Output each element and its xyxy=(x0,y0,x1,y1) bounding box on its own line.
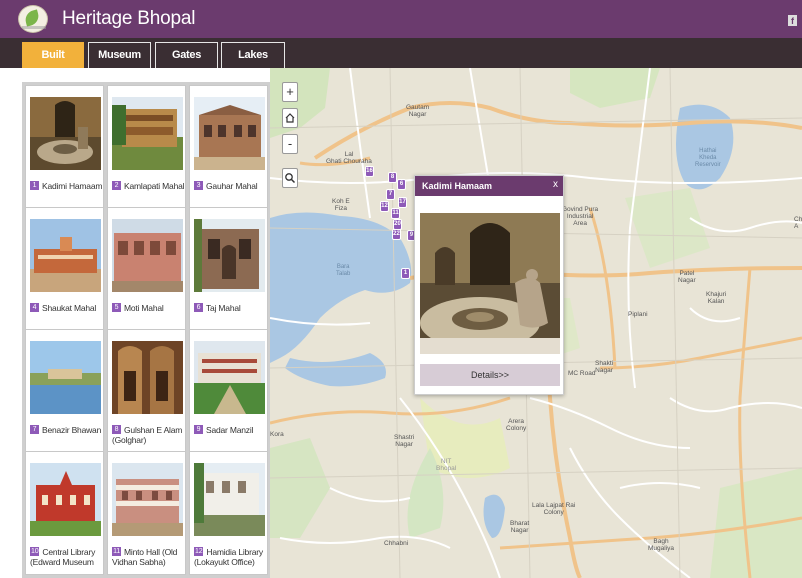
heritage-card-8[interactable]: 8 Gulshan E Alam (Golghar) xyxy=(107,329,186,453)
app-title: Heritage Bhopal xyxy=(62,8,196,29)
thumb-moti-mahal xyxy=(112,219,183,292)
map-label-patel-nagar: Patel Nagar xyxy=(678,270,696,284)
heritage-card-4[interactable]: 4 Shaukat Mahal xyxy=(25,207,104,331)
map-marker[interactable]: 8 xyxy=(388,172,397,183)
thumb-kamlapati-mahal xyxy=(112,97,183,170)
map-label-gautam-nagar: Gautam Nagar xyxy=(406,104,430,118)
heritage-card-3[interactable]: 3 Gauhar Mahal xyxy=(189,85,268,209)
close-icon[interactable]: x xyxy=(553,176,563,196)
map-marker[interactable]: 1 xyxy=(401,268,410,279)
heritage-card-2[interactable]: 2 Kamlapati Mahal xyxy=(107,85,186,209)
tab-lakes[interactable]: Lakes xyxy=(221,42,285,68)
map-label-lala-lajpat: Lala Lajpat Rai Colony xyxy=(532,502,576,516)
heritage-card-11[interactable]: 11 Minto Hall (Old Vidhan Sabha) xyxy=(107,451,186,575)
thumb-sadar-manzil xyxy=(194,341,265,414)
card-label: 8 Gulshan E Alam (Golghar) xyxy=(112,425,183,445)
map-marker[interactable]: 16 xyxy=(365,166,374,177)
card-label: 12 Hamidia Library (Lokayukt Office) xyxy=(194,547,263,567)
thumb-minto-hall xyxy=(112,463,183,536)
card-label: 7 Benazir Bhawan xyxy=(30,425,104,435)
map-label-mc-road: MC Road xyxy=(568,370,596,377)
heritage-list-panel: 1 Kadimi Hamaam 2 Kamlapati Mahal 3 Gauhar … xyxy=(22,82,270,578)
app-header: Heritage Bhopal f xyxy=(0,0,802,38)
popup-title: Kadimi Hamaam xyxy=(415,176,563,196)
tab-bar: Built Heritage Museum Gates Lakes xyxy=(0,38,802,86)
logo[interactable] xyxy=(18,5,48,33)
map-label-lal-ghati: Lal Ghati Chouraha xyxy=(326,151,372,165)
thumb-gauhar-mahal xyxy=(194,97,265,170)
map-marker[interactable]: 22 xyxy=(392,229,401,240)
map-marker[interactable]: 11 xyxy=(391,208,400,219)
heritage-card-6[interactable]: 6 Taj Mahal xyxy=(189,207,268,331)
thumb-gulshan-e-alam xyxy=(112,341,183,414)
map-label-hathai-kheda: Hathai Kheda Reservoir xyxy=(695,148,721,168)
map-marker[interactable]: 12 xyxy=(380,201,389,212)
card-label: 9 Sadar Manzil xyxy=(194,425,268,435)
card-label: 4 Shaukat Mahal xyxy=(30,303,104,313)
map-label-nit-bhopal: NIT Bhopal xyxy=(436,458,457,472)
heritage-card-7[interactable]: 7 Benazir Bhawan xyxy=(25,329,104,453)
map-label-kora: Kora xyxy=(270,431,284,438)
map-label-govind-pura: Govind Pura Industrial Area xyxy=(562,206,599,227)
info-popup: Kadimi Hamaam x Details>> xyxy=(414,175,564,395)
heritage-card-10[interactable]: 10 Central Library (Edward Museum xyxy=(25,451,104,575)
tab-gates[interactable]: Gates xyxy=(155,42,218,68)
details-button[interactable]: Details>> xyxy=(420,364,560,386)
heritage-card-12[interactable]: 12 Hamidia Library (Lokayukt Office) xyxy=(189,451,268,575)
map-marker[interactable]: 6 xyxy=(397,179,406,190)
card-label: 3 Gauhar Mahal xyxy=(194,181,268,191)
thumb-hamidia-library xyxy=(194,463,265,536)
thumb-taj-mahal xyxy=(194,219,265,292)
map-label-shakti-nagar: Shakti Nagar xyxy=(595,360,614,374)
tab-museum[interactable]: Museum xyxy=(88,42,151,68)
thumb-benazir-bhawan xyxy=(30,341,101,414)
map-label-bara-talab: Bara Talab xyxy=(336,264,351,277)
tab-built-heritage[interactable]: Built Heritage xyxy=(22,42,84,86)
map-label-chhabni: Chhabni xyxy=(384,540,409,547)
heritage-card-1[interactable]: 1 Kadimi Hamaam xyxy=(25,85,104,209)
map-label-piplani: Piplani xyxy=(628,311,648,318)
popup-image xyxy=(420,213,560,354)
card-label: 11 Minto Hall (Old Vidhan Sabha) xyxy=(112,547,178,567)
map-label-koh-e-fiza: Koh E Fiza xyxy=(332,198,350,212)
zoom-in-button[interactable]: + xyxy=(282,82,298,102)
map-label-khajuri-kalan: Khajuri Kalan xyxy=(706,291,727,305)
home-icon[interactable] xyxy=(282,108,298,128)
card-label: 10 Central Library (Edward Museum xyxy=(30,547,96,567)
heritage-card-5[interactable]: 5 Moti Mahal xyxy=(107,207,186,331)
thumb-kadimi-hamaam xyxy=(30,97,101,170)
card-label: 5 Moti Mahal xyxy=(112,303,186,313)
facebook-icon[interactable]: f xyxy=(788,15,797,26)
map-label-bharat-nagar: Bharat Nagar xyxy=(510,520,530,534)
map-marker[interactable]: 7 xyxy=(386,189,395,200)
card-label: 2 Kamlapati Mahal xyxy=(112,181,186,191)
card-label: 1 Kadimi Hamaam xyxy=(30,181,104,191)
card-label: 6 Taj Mahal xyxy=(194,303,268,313)
search-icon[interactable] xyxy=(282,168,298,188)
map-label-bagh-mugaliya: Bagh Mugaliya xyxy=(648,538,675,552)
map-marker[interactable]: 17 xyxy=(398,197,407,208)
map-label-shastri-nagar: Shastri Nagar xyxy=(394,434,415,448)
thumb-central-library xyxy=(30,463,101,536)
heritage-card-9[interactable]: 9 Sadar Manzil xyxy=(189,329,268,453)
map-label-ch-a: Ch A xyxy=(794,216,802,230)
zoom-out-button[interactable]: - xyxy=(282,134,298,154)
map-label-arera-colony: Arera Colony xyxy=(506,418,527,432)
thumb-shaukat-mahal xyxy=(30,219,101,292)
